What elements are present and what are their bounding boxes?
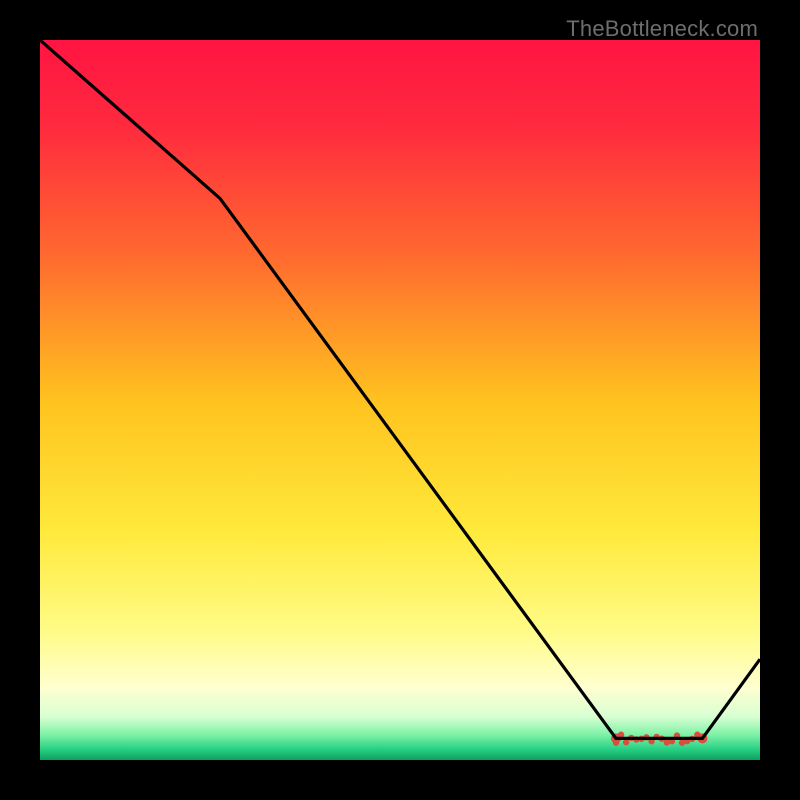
watermark-text: TheBottleneck.com <box>566 16 758 42</box>
plot-area <box>40 40 760 760</box>
chart-frame: TheBottleneck.com <box>0 0 800 800</box>
gradient-background <box>40 40 760 760</box>
bottleneck-curve-chart <box>40 40 760 760</box>
